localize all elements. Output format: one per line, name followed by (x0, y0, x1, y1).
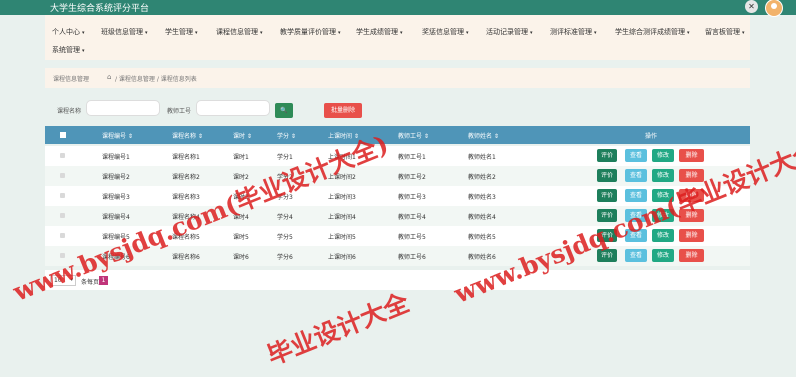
avatar[interactable] (765, 0, 783, 17)
chevron-down-icon: ▾ (594, 30, 597, 36)
nav-item-rewards[interactable]: 奖惩信息管理 ▾ (422, 27, 469, 37)
col-teacher-name[interactable]: 教师姓名 ⇕ (468, 131, 499, 140)
app-header: 大学生综合系统评分平台 ✕ (0, 0, 796, 17)
cell-tname: 教师姓名3 (468, 194, 496, 201)
edit-button[interactable]: 修改 (652, 249, 674, 262)
chevron-down-icon: ▾ (530, 30, 533, 36)
main-nav: 个人中心 ▾ 班级信息管理 ▾ 学生管理 ▾ 课程信息管理 ▾ 教学质量评价管理 ▾ 学生… (45, 15, 750, 60)
table-row: 课程编号1 课程名称1 课时1 学分1 上课时间1 教师工号1 教师姓名1 评价 查看 修改 删除 (45, 146, 750, 166)
col-hours[interactable]: 课时 ⇕ (233, 131, 252, 140)
chevron-down-icon: ▾ (145, 30, 148, 36)
cell-credit: 学分4 (277, 214, 293, 221)
view-button[interactable]: 查看 (625, 149, 647, 162)
cell-tid: 教师工号6 (398, 254, 426, 261)
chevron-down-icon: ▾ (82, 48, 85, 54)
cell-code: 课程编号4 (102, 214, 130, 221)
col-credit[interactable]: 学分 ⇕ (277, 131, 296, 140)
row-checkbox[interactable] (60, 213, 65, 218)
cell-tname: 教师姓名5 (468, 234, 496, 241)
nav-item-course[interactable]: 课程信息管理 ▾ (216, 27, 263, 37)
view-button[interactable]: 查看 (625, 249, 647, 262)
watermark: 毕业设计大全 (263, 287, 414, 371)
cell-tname: 教师姓名1 (468, 154, 496, 161)
nav-item-class[interactable]: 班级信息管理 ▾ (101, 27, 148, 37)
chevron-down-icon: ▾ (687, 30, 690, 36)
nav-item-standards[interactable]: 测评标准管理 ▾ (550, 27, 597, 37)
cell-hours: 课时1 (233, 154, 249, 161)
cell-code: 课程编号2 (102, 174, 130, 181)
delete-button[interactable]: 删除 (679, 229, 704, 242)
cell-credit: 学分5 (277, 234, 293, 241)
page-number-current[interactable]: 1 (99, 276, 108, 285)
col-actions: 操作 (645, 133, 658, 140)
cell-hours: 课时6 (233, 254, 249, 261)
home-icon[interactable]: ⌂ (107, 73, 111, 81)
delete-button[interactable]: 删除 (679, 249, 704, 262)
teacher-id-label: 教师工号 (167, 108, 192, 115)
course-name-label: 课程名称 (57, 108, 82, 115)
breadcrumb-path: / 课程信息管理 / 课程信息列表 (115, 76, 197, 83)
table-header: 课程编号 ⇕ 课程名称 ⇕ 课时 ⇕ 学分 ⇕ 上课时间 ⇕ 教师工号 ⇕ 教师… (45, 126, 750, 144)
cell-tid: 教师工号1 (398, 154, 426, 161)
nav-item-personal[interactable]: 个人中心 ▾ (52, 27, 85, 37)
cell-time: 上课时间6 (328, 254, 356, 261)
cell-code: 课程编号1 (102, 154, 130, 161)
cell-time: 上课时间3 (328, 194, 356, 201)
cell-tname: 教师姓名4 (468, 214, 496, 221)
nav-item-activities[interactable]: 活动记录管理 ▾ (486, 27, 533, 37)
chevron-down-icon: ▾ (742, 30, 745, 36)
cell-tid: 教师工号5 (398, 234, 426, 241)
chevron-down-icon: ▾ (82, 30, 85, 36)
chevron-down-icon: ▾ (260, 30, 263, 36)
col-teacher-id[interactable]: 教师工号 ⇕ (398, 131, 429, 140)
edit-button[interactable]: 修改 (652, 149, 674, 162)
cell-time: 上课时间5 (328, 234, 356, 241)
chevron-down-icon: ▾ (195, 30, 198, 36)
app-title: 大学生综合系统评分平台 (50, 4, 150, 14)
delete-button[interactable]: 删除 (679, 149, 704, 162)
cell-tname: 教师姓名2 (468, 174, 496, 181)
table-row: 课程编号2 课程名称2 课时2 学分2 上课时间2 教师工号2 教师姓名2 评价 查看 修改 删除 (45, 166, 750, 186)
cell-tid: 教师工号2 (398, 174, 426, 181)
breadcrumb-root: 课程信息管理 (53, 76, 90, 83)
chevron-down-icon: ▾ (466, 30, 469, 36)
course-name-input[interactable] (86, 100, 160, 116)
select-all-checkbox[interactable] (60, 132, 66, 138)
cell-name: 课程名称1 (172, 154, 200, 161)
nav-item-students[interactable]: 学生管理 ▾ (165, 27, 198, 37)
breadcrumb: 课程信息管理 ⌂ / 课程信息管理 / 课程信息列表 (45, 68, 750, 88)
edit-button[interactable]: 修改 (652, 169, 674, 182)
row-checkbox[interactable] (60, 233, 65, 238)
cell-hours: 课时5 (233, 234, 249, 241)
chevron-down-icon: ▾ (338, 30, 341, 36)
rate-button[interactable]: 评价 (597, 149, 617, 162)
row-checkbox[interactable] (60, 173, 65, 178)
chevron-down-icon: ▾ (400, 30, 403, 36)
col-course-name[interactable]: 课程名称 ⇕ (172, 131, 203, 140)
cell-name: 课程名称2 (172, 174, 200, 181)
batch-delete-button[interactable]: 批量删除 (324, 103, 362, 118)
nav-item-comprehensive[interactable]: 学生综合测评成绩管理 ▾ (615, 27, 690, 37)
row-checkbox[interactable] (60, 153, 65, 158)
cell-name: 课程名称6 (172, 254, 200, 261)
view-button[interactable]: 查看 (625, 169, 647, 182)
cell-tid: 教师工号3 (398, 194, 426, 201)
nav-item-grades[interactable]: 学生成绩管理 ▾ (356, 27, 403, 37)
teacher-id-input[interactable] (196, 100, 270, 116)
nav-item-messages[interactable]: 留言板管理 ▾ (705, 27, 745, 37)
cell-code: 课程编号3 (102, 194, 130, 201)
rate-button[interactable]: 评价 (597, 189, 617, 202)
cell-tid: 教师工号4 (398, 214, 426, 221)
close-icon[interactable]: ✕ (745, 0, 758, 13)
cell-credit: 学分6 (277, 254, 293, 261)
search-button[interactable]: 🔍 (275, 103, 293, 118)
search-icon: 🔍 (280, 107, 288, 114)
col-course-code[interactable]: 课程编号 ⇕ (102, 131, 133, 140)
nav-item-system[interactable]: 系统管理 ▾ (52, 45, 85, 55)
nav-item-teaching-eval[interactable]: 教学质量评价管理 ▾ (280, 27, 341, 37)
row-checkbox[interactable] (60, 193, 65, 198)
rate-button[interactable]: 评价 (597, 169, 617, 182)
cell-time: 上课时间4 (328, 214, 356, 221)
